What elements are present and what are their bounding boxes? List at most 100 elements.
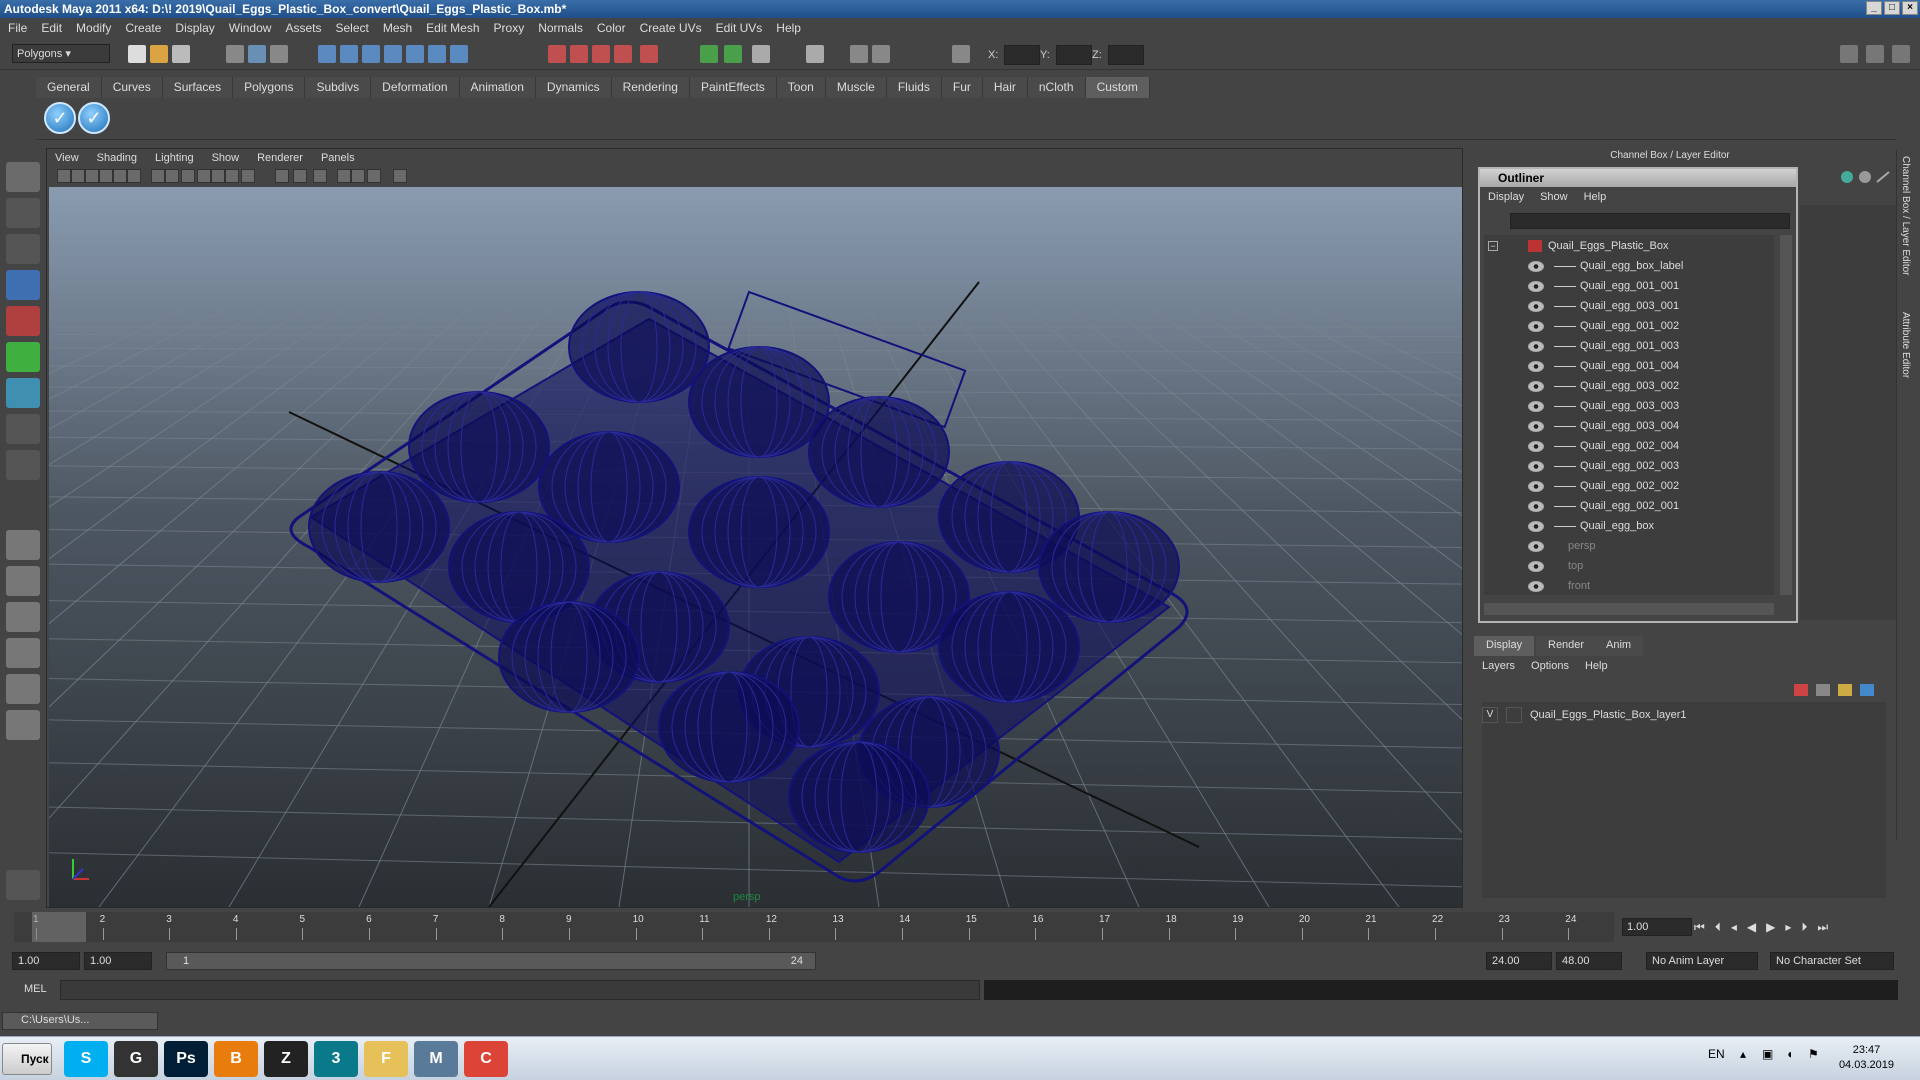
tool-settings-toggle-icon[interactable] <box>1892 45 1910 63</box>
skype-icon[interactable]: S <box>64 1041 108 1077</box>
current-frame-field[interactable]: 1.00 <box>1622 918 1692 936</box>
viewport-menu-lighting[interactable]: Lighting <box>155 152 194 164</box>
shelf-tab-painteffects[interactable]: PaintEffects <box>689 77 777 98</box>
tray-volume-icon[interactable]: ◖ <box>1786 1047 1793 1061</box>
layer-visibility-toggle[interactable]: V <box>1482 707 1498 723</box>
display-icon[interactable] <box>700 45 718 63</box>
outliner-camera-node[interactable]: front <box>1528 577 1590 595</box>
tray-network-icon[interactable]: ▣ <box>1762 1047 1773 1061</box>
textured-icon[interactable] <box>275 169 289 183</box>
quail-egg-wireframe[interactable] <box>688 346 830 458</box>
step-back-frame-icon[interactable]: ◂ <box>1731 920 1737 934</box>
time-slider[interactable]: 123456789101112131415161718192021222324 <box>14 912 1614 942</box>
outliner-node[interactable]: Quail_egg_002_003 <box>1528 457 1679 475</box>
outliner-menu-show[interactable]: Show <box>1540 191 1568 203</box>
show-manip-icon[interactable] <box>6 450 40 480</box>
minimize-button[interactable]: _ <box>1866 1 1882 15</box>
rotate-tool-icon[interactable] <box>6 306 40 336</box>
outliner-filter-field[interactable] <box>1510 213 1790 229</box>
x-field[interactable] <box>1004 45 1040 65</box>
save-scene-icon[interactable] <box>172 45 190 63</box>
layer-tab-render[interactable]: Render <box>1536 636 1597 656</box>
snap-surface-icon[interactable] <box>406 45 424 63</box>
outliner-node[interactable]: Quail_egg_box <box>1528 517 1654 535</box>
paint-icon[interactable] <box>752 45 770 63</box>
single-pane-layout-icon[interactable] <box>6 530 40 560</box>
clock[interactable]: 23:47 04.03.2019 <box>1839 1043 1894 1073</box>
shelf-tab-polygons[interactable]: Polygons <box>233 77 306 98</box>
shelf-tab-rendering[interactable]: Rendering <box>611 77 690 98</box>
mel-label[interactable]: MEL <box>24 983 47 995</box>
history-icon[interactable] <box>428 45 446 63</box>
outliner-node[interactable]: Quail_egg_003_001 <box>1528 297 1679 315</box>
shelf-tab-general[interactable]: General <box>36 77 102 98</box>
menu-file[interactable]: File <box>8 21 27 35</box>
channel-box-side-tab[interactable]: Channel Box / Layer Editor <box>1900 156 1911 276</box>
menu-assets[interactable]: Assets <box>285 21 321 35</box>
outliner-menu-help[interactable]: Help <box>1584 191 1607 203</box>
layer-menu-help[interactable]: Help <box>1585 660 1608 672</box>
steam-icon[interactable]: G <box>114 1041 158 1077</box>
start-button[interactable]: Пуск <box>2 1043 52 1075</box>
animation-end-field[interactable]: 48.00 <box>1556 952 1622 970</box>
shelf-tab-fluids[interactable]: Fluids <box>886 77 942 98</box>
image-plane-icon[interactable] <box>99 169 113 183</box>
chrome-icon[interactable]: C <box>464 1041 508 1077</box>
outliner-node[interactable]: Quail_egg_001_003 <box>1528 337 1679 355</box>
animation-start-field[interactable]: 1.00 <box>12 952 80 970</box>
new-scene-icon[interactable] <box>128 45 146 63</box>
select-tool-icon[interactable] <box>6 162 40 192</box>
attribute-editor-toggle-icon[interactable] <box>1866 45 1884 63</box>
outliner-horizontal-scrollbar[interactable] <box>1484 603 1774 615</box>
shelf-tab-toon[interactable]: Toon <box>776 77 826 98</box>
tray-arrow-icon[interactable]: ▴ <box>1740 1047 1746 1061</box>
shelf-tab-dynamics[interactable]: Dynamics <box>535 77 612 98</box>
dope-sheet-layout-icon[interactable] <box>6 710 40 740</box>
3dsmax-icon[interactable]: 3 <box>314 1041 358 1077</box>
menu-display[interactable]: Display <box>175 21 214 35</box>
tray-flag-icon[interactable]: ⚑ <box>1808 1047 1819 1061</box>
playback-end-field[interactable]: 24.00 <box>1486 952 1552 970</box>
quail-egg-wireframe[interactable] <box>1038 511 1180 623</box>
step-forward-key-icon[interactable]: ⏵ <box>1801 920 1807 935</box>
layer-tab-anim[interactable]: Anim <box>1594 636 1644 656</box>
outliner-node[interactable]: Quail_egg_003_002 <box>1528 377 1679 395</box>
shelf-tab-surfaces[interactable]: Surfaces <box>162 77 234 98</box>
shelf-tab-animation[interactable]: Animation <box>459 77 536 98</box>
safe-title-icon[interactable] <box>211 169 225 183</box>
construction-history-icon[interactable] <box>450 45 468 63</box>
graph-persp-layout-icon[interactable] <box>6 638 40 668</box>
outliner-vertical-scrollbar[interactable] <box>1780 235 1792 595</box>
viewport-scene[interactable]: persp <box>49 187 1462 907</box>
shadows-icon[interactable] <box>313 169 327 183</box>
quail-egg-wireframe[interactable] <box>408 391 550 503</box>
snap-point-icon[interactable] <box>362 45 380 63</box>
collapse-toggle-icon[interactable]: − <box>1488 241 1498 251</box>
layer-menu-options[interactable]: Options <box>1531 660 1569 672</box>
viewport-menu-renderer[interactable]: Renderer <box>257 152 303 164</box>
shelf-tab-ncloth[interactable]: nCloth <box>1027 77 1086 98</box>
attribute-editor-side-tab[interactable]: Attribute Editor <box>1900 312 1911 378</box>
channel-box-area[interactable] <box>1800 205 1896 620</box>
wireframe-icon[interactable] <box>225 169 239 183</box>
menu-create-uvs[interactable]: Create UVs <box>640 21 702 35</box>
hud-icon[interactable] <box>393 169 407 183</box>
grid-icon[interactable] <box>113 169 127 183</box>
menu-set-dropdown[interactable]: Polygons ▾ <box>12 44 110 63</box>
field-chart-icon[interactable] <box>181 169 195 183</box>
camera-attrs-icon[interactable] <box>71 169 85 183</box>
current-time-marker[interactable] <box>32 912 86 942</box>
play-backward-icon[interactable]: ◀ <box>1747 920 1756 934</box>
lasso-tool-icon[interactable] <box>6 198 40 228</box>
z-field[interactable] <box>1108 45 1144 65</box>
transform-field-icon[interactable] <box>952 45 970 63</box>
safe-action-icon[interactable] <box>197 169 211 183</box>
close-button[interactable]: × <box>1902 1 1918 15</box>
snap-plane-icon[interactable] <box>384 45 402 63</box>
menu-edit[interactable]: Edit <box>41 21 62 35</box>
go-to-end-icon[interactable]: ⏭ <box>1817 920 1828 935</box>
hypershade-persp-layout-icon[interactable] <box>6 674 40 704</box>
explorer-icon[interactable]: F <box>364 1041 408 1077</box>
y-field[interactable] <box>1056 45 1092 65</box>
viewport-menu-view[interactable]: View <box>55 152 79 164</box>
